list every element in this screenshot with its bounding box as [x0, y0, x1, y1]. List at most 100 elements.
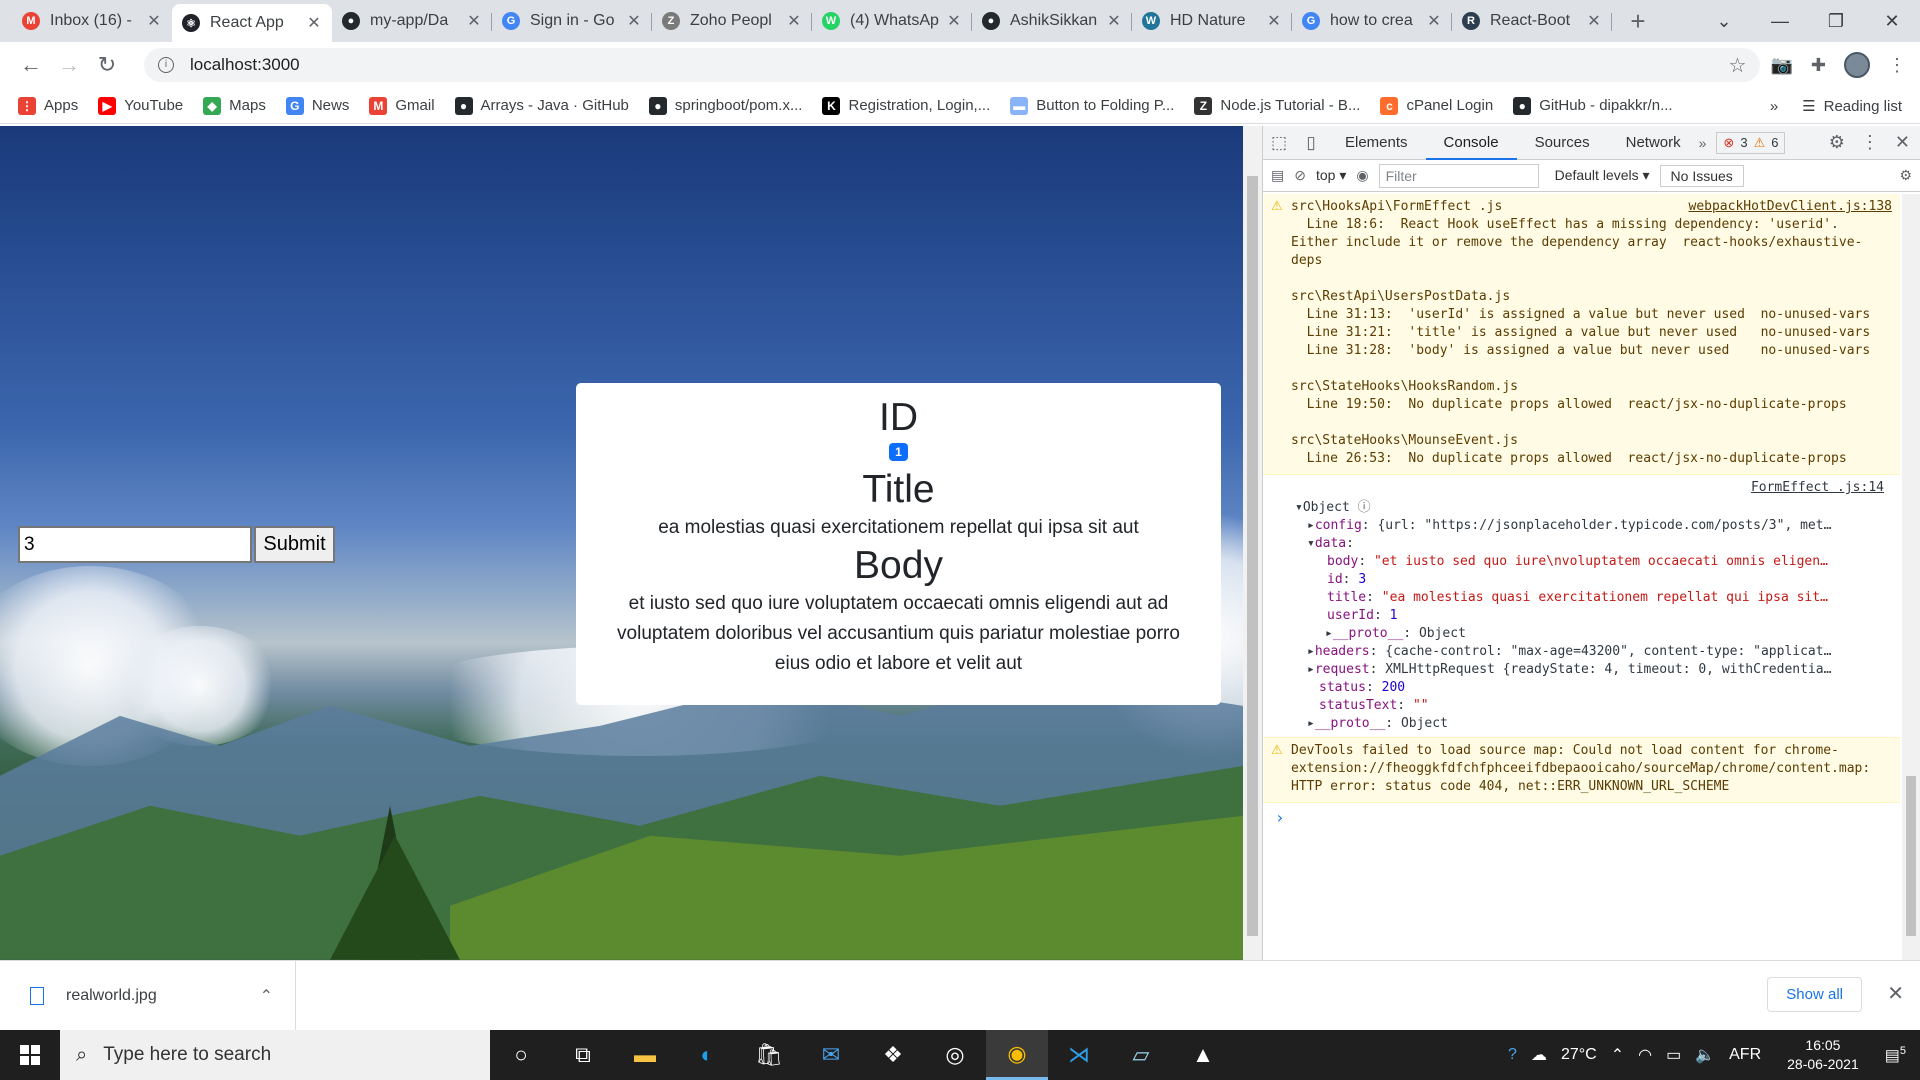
browser-tab[interactable]: ● AshikSikkan ✕ [972, 4, 1132, 38]
console-scroll-thumb[interactable] [1906, 776, 1916, 936]
page-scrollbar[interactable] [1243, 126, 1262, 960]
live-expression-eye-icon[interactable]: ◉ [1356, 167, 1368, 184]
tab-title[interactable]: React-Boot [1490, 12, 1586, 30]
profile-avatar[interactable] [1844, 52, 1870, 78]
close-devtools-icon[interactable]: ✕ [1895, 132, 1910, 153]
object-prop-headers[interactable]: ▸headers: {cache-control: "max-age=43200… [1295, 643, 1900, 661]
taskbar-search[interactable]: ⌕ Type here to search [60, 1030, 490, 1080]
tab-sources[interactable]: Sources [1517, 126, 1608, 160]
browser-tab[interactable]: G Sign in - Go ✕ [492, 4, 652, 38]
browser-tab[interactable]: Z Zoho Peopl ✕ [652, 4, 812, 38]
minimize-button[interactable]: — [1752, 11, 1808, 32]
source-link[interactable]: webpackHotDevClient.js:138 [1689, 198, 1893, 216]
url-bar[interactable]: i localhost:3000 ☆ [144, 48, 1761, 82]
console-prompt[interactable]: › [1263, 803, 1900, 833]
bookmark-item[interactable]: c cPanel Login [1380, 96, 1493, 115]
show-hidden-icons-chevron[interactable]: ⌃ [1611, 1045, 1624, 1065]
browser-tab[interactable]: Ghow to crea ✕ [1292, 4, 1452, 38]
restore-button[interactable]: ❐ [1808, 11, 1864, 32]
close-tab-icon[interactable]: ✕ [946, 11, 962, 31]
browser-tab[interactable]: W HD Nature ✕ [1132, 4, 1292, 38]
close-download-bar-icon[interactable]: ✕ [1887, 981, 1904, 1006]
bookmark-item[interactable]: M Gmail [369, 96, 435, 115]
object-prop-proto-outer[interactable]: ▸__proto__: Object [1295, 715, 1900, 733]
object-prop-proto[interactable]: ▸__proto__: Object [1295, 625, 1900, 643]
close-tab-icon[interactable]: ✕ [1106, 11, 1122, 31]
devtools-menu-icon[interactable]: ⋮ [1861, 132, 1879, 153]
bookmark-label[interactable]: YouTube [124, 97, 183, 114]
browser-tab[interactable]: M Inbox (16) - ✕ [12, 4, 172, 38]
issues-button[interactable]: No Issues [1659, 164, 1744, 187]
context-selector[interactable]: top ▾ [1316, 167, 1346, 184]
reading-list-icon[interactable]: ☰ [1802, 97, 1815, 115]
post-id-input[interactable] [18, 526, 252, 563]
bookmark-item[interactable]: Z Node.js Tutorial - B... [1194, 96, 1360, 115]
bookmark-label[interactable]: Maps [229, 97, 266, 114]
logged-object[interactable]: ▾Object ⓘ ▸config: {url: "https://jsonpl… [1263, 497, 1900, 737]
bookmark-label[interactable]: Gmail [395, 97, 434, 114]
clear-console-icon[interactable]: ⊘ [1294, 167, 1306, 184]
tab-title[interactable]: AshikSikkan [1010, 12, 1106, 30]
tab-title[interactable]: how to crea [1330, 12, 1426, 30]
bookmark-item[interactable]: ⋮ Apps [18, 96, 78, 115]
bookmark-item[interactable]: K Registration, Login,... [822, 96, 990, 115]
inspect-element-icon[interactable]: ⬚ [1263, 133, 1295, 153]
tab-title[interactable]: Zoho Peopl [690, 12, 786, 30]
temperature[interactable]: 27°C [1561, 1046, 1597, 1064]
object-root[interactable]: ▾Object ⓘ [1295, 499, 1900, 517]
tab-title[interactable]: Inbox (16) - [50, 12, 146, 30]
task-view-icon[interactable]: ⧉ [552, 1030, 614, 1080]
bookmark-label[interactable]: cPanel Login [1406, 97, 1493, 114]
cortana-icon[interactable]: ○ [490, 1030, 552, 1080]
device-toolbar-icon[interactable]: ▯ [1295, 133, 1327, 153]
close-tab-icon[interactable]: ✕ [306, 13, 322, 33]
edge-icon[interactable]: ◐ [676, 1030, 738, 1080]
object-prop-request[interactable]: ▸request: XMLHttpRequest {readyState: 4,… [1295, 661, 1900, 679]
object-prop-data[interactable]: ▾data: [1295, 535, 1900, 553]
close-tab-icon[interactable]: ✕ [786, 11, 802, 31]
close-tab-icon[interactable]: ✕ [146, 11, 162, 31]
notepad-icon[interactable]: ▱ [1110, 1030, 1172, 1080]
battery-icon[interactable]: ▭ [1666, 1045, 1681, 1065]
clock[interactable]: 16:05 28-06-2021 [1787, 1036, 1859, 1074]
console-scrollbar[interactable] [1902, 194, 1920, 960]
submit-button[interactable]: Submit [254, 526, 335, 563]
extensions-icon[interactable]: ✚ [1811, 55, 1826, 76]
issue-counter[interactable]: ⊗ 3 ⚠ 6 [1716, 131, 1786, 154]
bookmark-item[interactable]: ● Arrays - Java · GitHub [454, 96, 629, 115]
tab-network[interactable]: Network [1608, 126, 1699, 160]
new-tab-button[interactable]: + [1622, 4, 1654, 38]
bookmark-label[interactable]: Registration, Login,... [848, 97, 990, 114]
url-text[interactable]: localhost:3000 [190, 55, 300, 75]
browser-tab[interactable]: ● my-app/Da ✕ [332, 4, 492, 38]
bookmark-item[interactable]: G News [285, 96, 349, 115]
windows-start-icon[interactable] [0, 1045, 60, 1065]
bookmark-label[interactable]: Apps [44, 97, 78, 114]
notification-center-icon[interactable]: ▤5 [1885, 1045, 1906, 1065]
close-tab-icon[interactable]: ✕ [1426, 11, 1442, 31]
more-bookmarks-icon[interactable]: » [1770, 98, 1778, 115]
console-filter-input[interactable]: Filter [1378, 163, 1539, 188]
info-icon[interactable]: i [158, 57, 174, 73]
bookmark-item[interactable]: ▶ YouTube [98, 96, 183, 115]
download-item[interactable]: realworld.jpg ⌃ [0, 960, 296, 1031]
bookmark-item[interactable]: ▬ Button to Folding P... [1010, 96, 1174, 115]
log-levels-dropdown[interactable]: Default levels ▾ [1555, 167, 1650, 184]
bookmark-item[interactable]: ◆ Maps [203, 96, 266, 115]
github-desktop-icon[interactable]: ◎ [924, 1030, 986, 1080]
object-prop-config[interactable]: ▸config: {url: "https://jsonplaceholder.… [1295, 517, 1900, 535]
tab-title[interactable]: (4) WhatsAp [850, 12, 946, 30]
store-icon[interactable]: 🛍 [738, 1030, 800, 1080]
tab-title[interactable]: my-app/Da [370, 12, 466, 30]
close-window-button[interactable]: ✕ [1864, 11, 1920, 32]
menu-kebab-icon[interactable]: ⋮ [1888, 55, 1906, 76]
forward-icon[interactable]: → [52, 52, 86, 78]
bookmark-label[interactable]: GitHub - dipakkr/n... [1539, 97, 1672, 114]
bookmark-label[interactable]: springboot/pom.x... [675, 97, 803, 114]
console-settings-icon[interactable]: ⚙ [1899, 167, 1912, 184]
tab-console[interactable]: Console [1425, 126, 1517, 160]
download-filename[interactable]: realworld.jpg [66, 987, 157, 1005]
tab-elements[interactable]: Elements [1327, 126, 1426, 160]
language-indicator[interactable]: AFR [1729, 1046, 1761, 1064]
volume-icon[interactable]: 🔈 [1695, 1045, 1715, 1065]
